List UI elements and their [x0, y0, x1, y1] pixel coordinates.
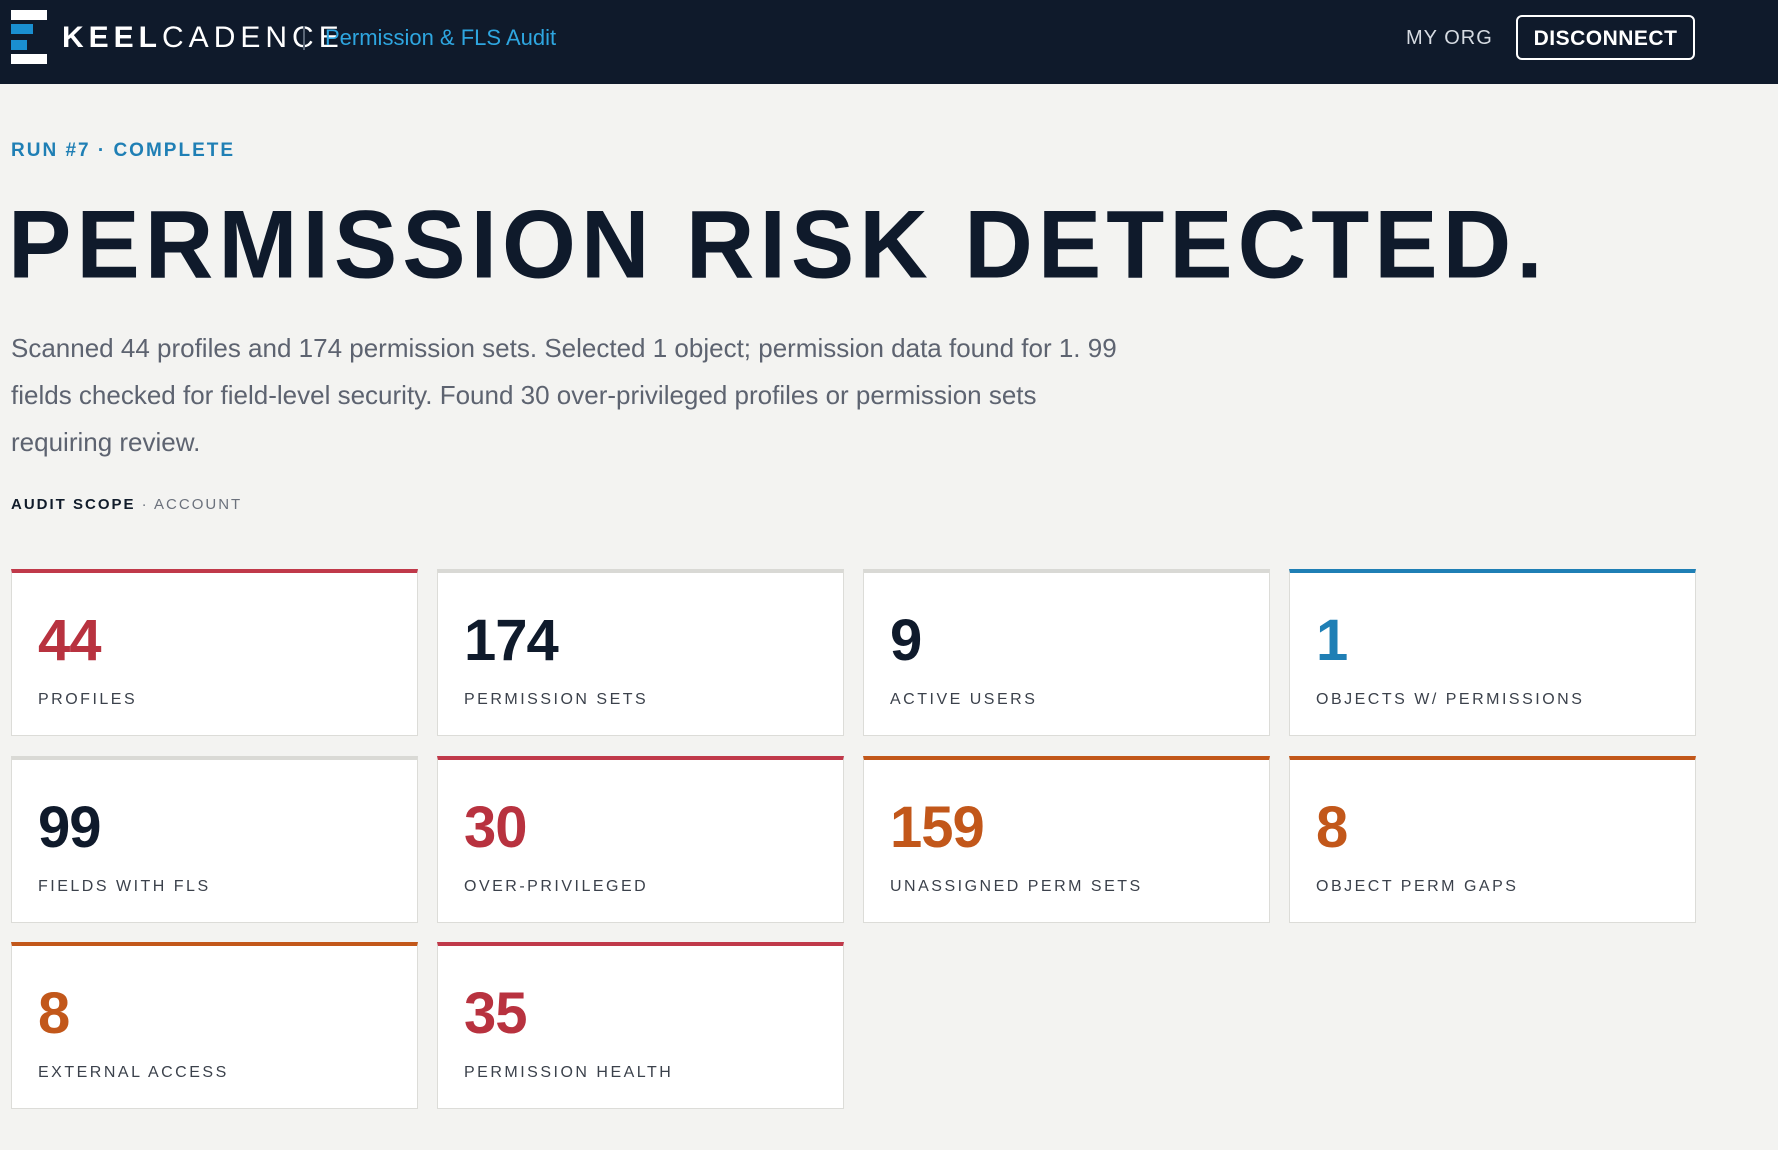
stat-value: 35 — [464, 981, 528, 1046]
stat-value: 99 — [38, 795, 102, 860]
audit-scope-value: ACCOUNT — [154, 496, 243, 513]
audit-scope-separator: · — [135, 496, 155, 513]
brand-name-light: CADENCE — [162, 21, 344, 54]
stat-value: 30 — [464, 795, 528, 860]
brand-divider — [303, 26, 305, 50]
stat-value: 159 — [890, 795, 985, 860]
stat-card-profiles: 44 PROFILES — [11, 569, 418, 736]
brand-name-strong: KEEL — [62, 21, 163, 54]
stat-card-object-perm-gaps: 8 OBJECT PERM GAPS — [1289, 756, 1696, 923]
audit-scope-label: AUDIT SCOPE — [11, 496, 136, 513]
audit-scope: AUDIT SCOPE · ACCOUNT — [11, 496, 242, 513]
stat-label: FIELDS WITH FLS — [38, 878, 211, 895]
org-name-label: MY ORG — [1406, 27, 1493, 49]
stat-label: OVER-PRIVILEGED — [464, 878, 649, 895]
stat-value: 174 — [464, 608, 559, 673]
stat-label: OBJECTS W/ PERMISSIONS — [1316, 691, 1585, 708]
stat-label: UNASSIGNED PERM SETS — [890, 878, 1143, 895]
stat-value: 1 — [1316, 608, 1348, 673]
brand-wordmark[interactable]: KEELCADENCE — [62, 20, 344, 56]
stat-label: EXTERNAL ACCESS — [38, 1064, 229, 1081]
audit-summary-text: Scanned 44 profiles and 174 permission s… — [11, 333, 1117, 457]
stat-card-active-users: 9 ACTIVE USERS — [863, 569, 1270, 736]
disconnect-button[interactable]: DISCONNECT — [1516, 15, 1695, 60]
stat-label: ACTIVE USERS — [890, 691, 1038, 708]
stat-card-external-access: 8 EXTERNAL ACCESS — [11, 942, 418, 1109]
stat-value: 9 — [890, 608, 922, 673]
keelcadence-logo-icon[interactable] — [11, 10, 47, 64]
page-title: PERMISSION RISK DETECTED. — [8, 190, 1548, 300]
app-title-link[interactable]: Permission & FLS Audit — [325, 24, 556, 52]
stat-card-permission-health: 35 PERMISSION HEALTH — [437, 942, 844, 1109]
run-status-label: RUN #7 · COMPLETE — [11, 140, 236, 161]
stat-card-fields-with-fls: 99 FIELDS WITH FLS — [11, 756, 418, 923]
top-navigation-bar: KEELCADENCE Permission & FLS Audit MY OR… — [0, 0, 1778, 84]
stat-value: 44 — [38, 608, 102, 673]
stat-card-objects-with-permissions: 1 OBJECTS W/ PERMISSIONS — [1289, 569, 1696, 736]
stat-label: OBJECT PERM GAPS — [1316, 878, 1519, 895]
stat-card-over-privileged: 30 OVER-PRIVILEGED — [437, 756, 844, 923]
stat-card-unassigned-perm-sets: 159 UNASSIGNED PERM SETS — [863, 756, 1270, 923]
stat-label: PERMISSION HEALTH — [464, 1064, 674, 1081]
stat-label: PERMISSION SETS — [464, 691, 649, 708]
stat-card-permission-sets: 174 PERMISSION SETS — [437, 569, 844, 736]
stat-value: 8 — [1316, 795, 1348, 860]
stat-value: 8 — [38, 981, 70, 1046]
stat-label: PROFILES — [38, 691, 138, 708]
